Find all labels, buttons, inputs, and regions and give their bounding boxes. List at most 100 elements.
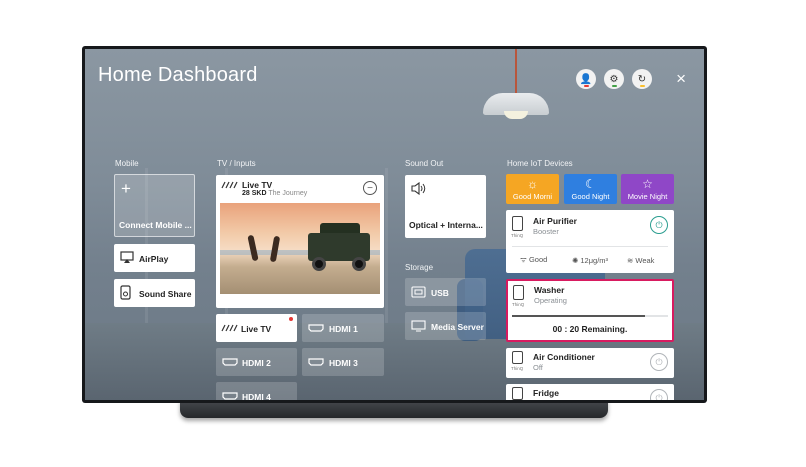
power-icon[interactable]: ⏻ <box>650 216 668 234</box>
profile-glyph: 👤 <box>579 73 593 85</box>
storage-usb[interactable]: USB <box>405 278 486 306</box>
section-label-storage: Storage <box>405 263 434 272</box>
input-label: HDMI 3 <box>329 358 358 368</box>
input-hdmi-4[interactable]: HDMI 4 <box>216 382 297 400</box>
section-label-tv-inputs: TV / Inputs <box>217 159 256 168</box>
sun-icon: ☼ <box>527 177 538 191</box>
input-label: HDMI 4 <box>242 392 271 400</box>
hdmi-icon <box>308 324 324 332</box>
speaker-icon <box>411 182 426 195</box>
live-tv-channel: 28 SKD <box>242 190 267 197</box>
hdmi-icon <box>222 392 238 400</box>
page-title: Home Dashboard <box>98 64 258 86</box>
airplay-label: AirPlay <box>139 254 169 264</box>
scene-good-night[interactable]: ☾ Good Night <box>564 174 617 204</box>
thinq-tag: ThinQ <box>512 302 525 307</box>
wall-panel <box>385 168 388 323</box>
input-label: HDMI 2 <box>242 358 271 368</box>
hdmi-icon <box>308 358 324 366</box>
live-tv-title: Live TV <box>242 180 273 190</box>
sound-share-icon <box>120 285 131 300</box>
washer-card[interactable]: ThinQ Washer Operating 00 : 20 Remaining… <box>506 279 674 342</box>
air-quality-stat: ᯤ Good <box>520 255 547 265</box>
washer-name: Washer <box>534 285 565 295</box>
input-label: Live TV <box>241 324 272 334</box>
usb-icon <box>411 286 426 298</box>
input-label: HDMI 1 <box>329 324 358 334</box>
power-icon[interactable]: ⏻ <box>650 389 668 400</box>
minus-circle-icon[interactable]: − <box>363 181 377 195</box>
air-conditioner-card[interactable]: ThinQ Air Conditioner Off ⏻ <box>506 348 674 378</box>
sound-out-label: Optical + Interna... <box>409 220 483 230</box>
scene-label: Good Morni <box>512 192 553 201</box>
fan-stat: ≋ Weak <box>627 256 654 265</box>
fan-value: Weak <box>635 256 655 265</box>
live-tv-channel-line: 28 SKD The Journey <box>242 190 307 197</box>
media-server-icon <box>411 320 426 332</box>
fridge-name: Fridge <box>533 388 559 398</box>
input-hdmi-2[interactable]: HDMI 2 <box>216 348 297 376</box>
connect-mobile-button[interactable]: + Connect Mobile ... <box>114 174 195 237</box>
sound-share-label: Sound Share <box>139 289 192 299</box>
top-icon-bar: 👤 ⚙ ↻ <box>576 69 652 89</box>
air-purifier-status: Booster <box>533 227 559 236</box>
divider <box>512 246 668 247</box>
live-indicator-dot <box>289 317 293 321</box>
preview-wheel <box>312 257 326 271</box>
dust-value: 12μg/m³ <box>580 256 609 265</box>
air-conditioner-icon <box>512 351 523 364</box>
air-purifier-icon <box>512 216 523 231</box>
sound-out-card[interactable]: Optical + Interna... <box>405 175 486 238</box>
scene-good-morning[interactable]: ☼ Good Morni <box>506 174 559 204</box>
power-icon[interactable]: ⏻ <box>650 353 668 371</box>
moon-icon: ☾ <box>585 177 596 191</box>
preview-wheel <box>352 257 366 271</box>
washer-icon <box>513 285 524 300</box>
refresh-glyph: ↻ <box>637 73 647 85</box>
airplay-button[interactable]: AirPlay <box>114 244 195 272</box>
live-tv-program: The Journey <box>268 190 308 197</box>
air-conditioner-status: Off <box>533 363 543 372</box>
fridge-card[interactable]: Fridge ⏻ <box>506 384 674 400</box>
air-purifier-name: Air Purifier <box>533 216 577 226</box>
air-purifier-card[interactable]: ThinQ Air Purifier Booster ⏻ ᯤ Good ✺ 12… <box>506 210 674 273</box>
star-icon: ☆ <box>642 177 653 191</box>
scene-movie-night[interactable]: ☆ Movie Night <box>621 174 674 204</box>
section-label-iot: Home IoT Devices <box>507 159 573 168</box>
air-conditioner-name: Air Conditioner <box>533 352 595 362</box>
hdmi-icon <box>222 358 238 366</box>
thinq-tag: ThinQ <box>511 366 524 371</box>
input-hdmi-3[interactable]: HDMI 3 <box>302 348 384 376</box>
storage-media-server[interactable]: Media Server <box>405 312 486 340</box>
live-tv-preview <box>220 203 380 294</box>
washer-progress-track <box>512 315 668 317</box>
washer-remaining: 00 : 20 Remaining. <box>552 324 628 334</box>
refresh-icon[interactable]: ↻ <box>632 69 652 89</box>
section-label-sound-out: Sound Out <box>405 159 444 168</box>
preview-person <box>269 235 281 263</box>
dust-stat: ✺ 12μg/m³ <box>572 256 608 265</box>
gear-icon[interactable]: ⚙ <box>604 69 624 89</box>
lamp-cord <box>515 49 517 95</box>
scene-label: Good Night <box>571 192 610 201</box>
input-live-tv[interactable]: Live TV <box>216 314 297 342</box>
airplay-icon <box>120 251 134 263</box>
profile-icon[interactable]: 👤 <box>576 69 596 89</box>
live-tv-card[interactable]: Live TV 28 SKD The Journey − <box>216 175 384 308</box>
fridge-icon <box>512 387 523 400</box>
washer-status: Operating <box>534 296 567 305</box>
usb-label: USB <box>431 288 449 298</box>
profile-accent <box>583 85 589 87</box>
antenna-icon <box>221 181 238 189</box>
connect-mobile-label: Connect Mobile ... <box>119 220 192 230</box>
sound-share-button[interactable]: Sound Share <box>114 279 195 307</box>
tv-screen: Home Dashboard 👤 ⚙ ↻ × Mobile TV / Input… <box>85 49 704 400</box>
input-hdmi-1[interactable]: HDMI 1 <box>302 314 384 342</box>
close-icon[interactable]: × <box>676 69 686 89</box>
thinq-tag: ThinQ <box>511 233 524 238</box>
plus-icon: + <box>121 179 131 198</box>
air-quality-value: Good <box>528 255 548 264</box>
media-server-label: Media Server <box>431 322 484 332</box>
scene-label: Movie Night <box>627 192 668 201</box>
gear-glyph: ⚙ <box>609 73 619 85</box>
